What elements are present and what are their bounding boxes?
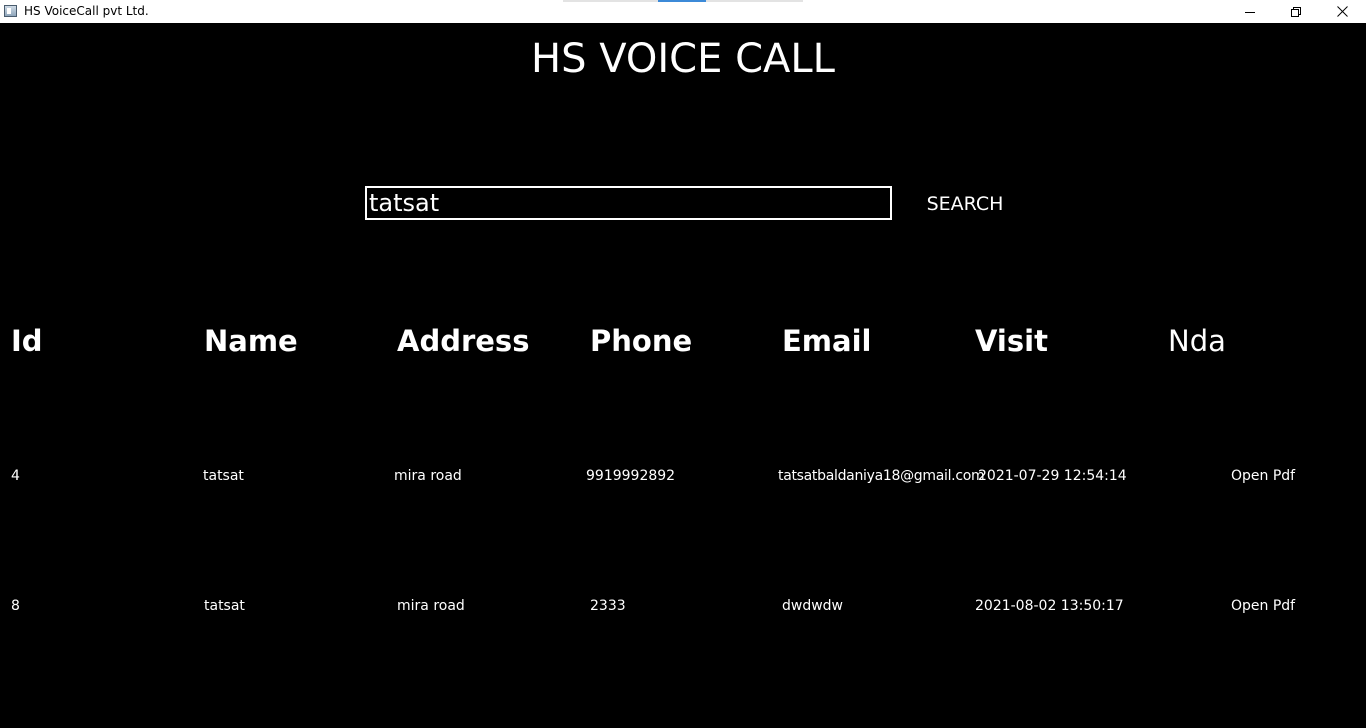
search-button[interactable]: SEARCH (920, 190, 1010, 218)
column-header-nda: Nda (1168, 324, 1226, 358)
cell-address: mira road (394, 468, 462, 484)
cell-id: 4 (11, 468, 20, 484)
cell-email: tatsatbaldaniya18@gmail.com (778, 468, 985, 484)
cell-name: tatsat (203, 468, 244, 484)
restore-icon (1291, 6, 1301, 17)
minimize-icon (1245, 11, 1255, 13)
column-header-name: Name (204, 324, 298, 358)
titlebar-decoration (658, 0, 706, 2)
column-header-id: Id (11, 324, 43, 358)
minimize-button[interactable] (1227, 0, 1273, 23)
cell-phone: 2333 (590, 598, 626, 614)
open-pdf-link[interactable]: Open Pdf (1231, 468, 1295, 484)
column-header-visit: Visit (975, 324, 1048, 358)
window-titlebar[interactable]: HS VoiceCall pvt Ltd. (0, 0, 1366, 23)
cell-visit: 2021-08-02 13:50:17 (975, 598, 1124, 614)
cell-email: dwdwdw (782, 598, 844, 614)
cell-address: mira road (397, 598, 465, 614)
cell-phone: 9919992892 (586, 468, 676, 484)
open-pdf-link[interactable]: Open Pdf (1231, 598, 1295, 614)
column-header-phone: Phone (590, 324, 693, 358)
cell-id: 8 (11, 598, 20, 614)
titlebar-decoration (563, 0, 658, 2)
window-title: HS VoiceCall pvt Ltd. (24, 4, 149, 18)
page-title: HS VOICE CALL (531, 36, 835, 82)
column-header-address: Address (397, 324, 530, 358)
close-button[interactable] (1319, 0, 1365, 23)
restore-button[interactable] (1273, 0, 1319, 23)
app-icon (4, 5, 17, 17)
cell-visit: 2021-07-29 12:54:14 (978, 468, 1127, 484)
titlebar-decoration (706, 0, 803, 2)
search-input[interactable] (365, 186, 892, 220)
close-icon (1336, 6, 1348, 17)
cell-name: tatsat (204, 598, 245, 614)
column-header-email: Email (782, 324, 872, 358)
